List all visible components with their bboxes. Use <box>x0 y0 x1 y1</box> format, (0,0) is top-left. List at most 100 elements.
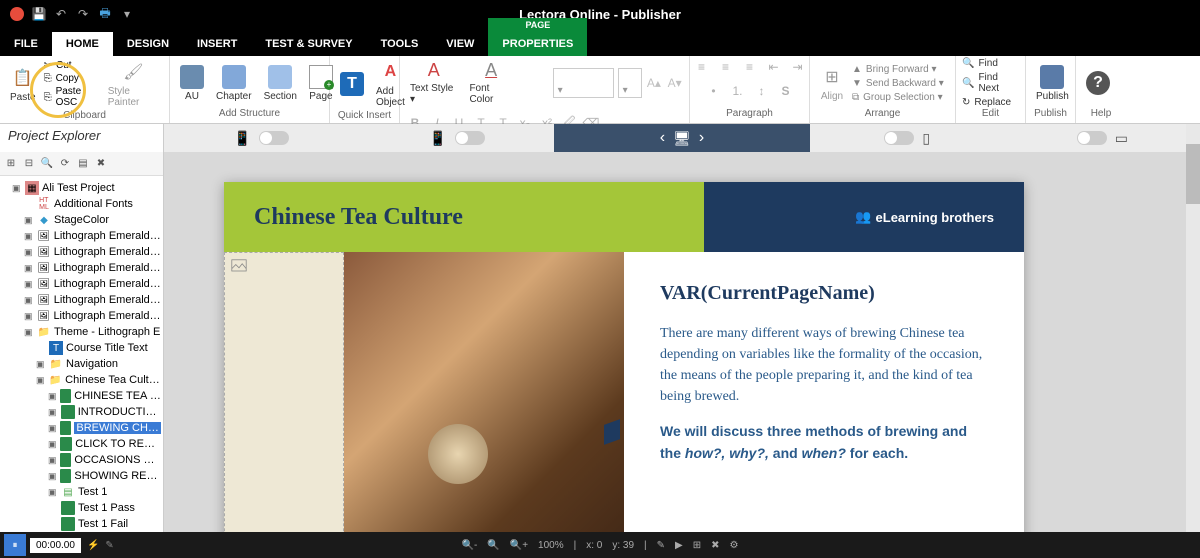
tool-icon[interactable]: ⊞ <box>693 540 701 551</box>
image-placeholder[interactable] <box>224 252 344 558</box>
indent-right-icon[interactable]: ⇥ <box>789 58 807 76</box>
tool-icon[interactable]: ✖ <box>94 157 108 171</box>
style-painter-button[interactable]: 🖌 Style Painter <box>104 58 163 110</box>
align-button[interactable]: ⊞Align <box>816 63 848 104</box>
tool-icon[interactable]: ▶ <box>675 540 683 551</box>
copy-button[interactable]: ⎘Copy <box>44 73 100 84</box>
tree-item[interactable]: TCourse Title Text <box>2 340 161 356</box>
tree-root[interactable]: ▣▦Ali Test Project <box>2 180 161 196</box>
tree-item[interactable]: ▣🖼Lithograph Emerald_2 <box>2 244 161 260</box>
bullets-icon[interactable]: • <box>705 82 723 100</box>
tab-properties[interactable]: PROPERTIES <box>488 32 587 56</box>
print-icon[interactable]: 🖶 <box>98 7 112 21</box>
tree-item[interactable]: ▣📁Theme - Lithograph E <box>2 324 161 340</box>
slide[interactable]: Chinese Tea Culture 👥eLearning brothers … <box>224 182 1024 558</box>
tea-photo[interactable] <box>344 252 624 558</box>
pause-button[interactable]: ⏸ <box>4 534 26 556</box>
scrollbar-thumb[interactable] <box>1186 144 1200 204</box>
tree-page[interactable]: ▣▤Test 1 <box>2 484 161 500</box>
more-icon[interactable]: ▾ <box>120 7 134 21</box>
group-selection-button[interactable]: ⧉Group Selection ▾ <box>852 92 944 103</box>
font-family-select[interactable]: ▾ <box>553 68 614 98</box>
tab-tools[interactable]: TOOLS <box>367 32 433 56</box>
find-button[interactable]: 🔍Find <box>962 58 1019 69</box>
chevron-right-icon[interactable]: › <box>699 129 704 147</box>
tool-icon[interactable]: ✎ <box>657 540 665 551</box>
chevron-left-icon[interactable]: ‹ <box>660 129 665 147</box>
text-column[interactable]: VAR(CurrentPageName) There are many diff… <box>624 252 1024 558</box>
au-button[interactable]: AU <box>176 63 208 104</box>
paste-osc-button[interactable]: ⎘Paste OSC <box>44 86 100 108</box>
toggle-icon[interactable] <box>259 131 289 145</box>
device-phone-landscape[interactable]: 📱 <box>359 130 554 147</box>
tab-file[interactable]: FILE <box>0 32 52 56</box>
chapter-button[interactable]: Chapter <box>212 63 256 104</box>
tool-icon[interactable]: ⟳ <box>58 157 72 171</box>
indent-left-icon[interactable]: ⇤ <box>765 58 783 76</box>
tool-icon[interactable]: 🔍 <box>40 157 54 171</box>
send-backward-button[interactable]: ▼Send Backward ▾ <box>852 78 944 89</box>
find-next-button[interactable]: 🔍Find Next <box>962 72 1019 94</box>
tree-item[interactable]: ▣◆StageColor <box>2 212 161 228</box>
replace-button[interactable]: ↻Replace <box>962 97 1019 108</box>
tab-view[interactable]: VIEW <box>432 32 488 56</box>
tab-design[interactable]: DESIGN <box>113 32 183 56</box>
cut-button[interactable]: ✂Cut <box>44 60 100 71</box>
tree-page[interactable]: ▣OCCASIONS FOR T <box>2 452 161 468</box>
font-size-select[interactable]: ▾ <box>618 68 642 98</box>
tree-page-selected[interactable]: ▣BREWING CHINES <box>2 420 161 436</box>
save-icon[interactable]: 💾 <box>32 7 46 21</box>
tree-page[interactable]: ▣SHOWING RESPEC <box>2 468 161 484</box>
tool-icon[interactable]: ✖ <box>711 540 719 551</box>
toggle-icon[interactable] <box>1077 131 1107 145</box>
device-desktop[interactable]: ‹🖥› <box>554 124 809 152</box>
text-style-button[interactable]: AText Style ▾ <box>406 58 461 107</box>
speed-icon[interactable]: ⚡ <box>87 540 99 551</box>
line-spacing-icon[interactable]: ↕ <box>753 82 771 100</box>
tab-insert[interactable]: INSERT <box>183 32 251 56</box>
toggle-icon[interactable] <box>455 131 485 145</box>
tree-page[interactable]: ▣INTRODUCTION <box>2 404 161 420</box>
tree-page[interactable]: ▣CHINESE TEA CULT <box>2 388 161 404</box>
tool-icon[interactable]: ⊟ <box>22 157 36 171</box>
tool-icon[interactable]: ⊞ <box>4 157 18 171</box>
undo-icon[interactable]: ↶ <box>54 7 68 21</box>
tree-item[interactable]: ▣🖼Lithograph Emerald_4 <box>2 292 161 308</box>
shrink-font-icon[interactable]: A▾ <box>666 74 683 92</box>
align-right-icon[interactable]: ≡ <box>741 58 759 76</box>
canvas[interactable]: Chinese Tea Culture 👥eLearning brothers … <box>164 152 1200 558</box>
tree-item[interactable]: ▣🖼Lithograph Emerald_2 <box>2 228 161 244</box>
scrollbar[interactable] <box>1186 124 1200 532</box>
tree-page[interactable]: Test 1 Pass <box>2 500 161 516</box>
tree-item[interactable]: ▣🖼Lithograph Emerald_E <box>2 260 161 276</box>
toggle-icon[interactable] <box>884 131 914 145</box>
tree-page[interactable]: Test 1 Fail <box>2 516 161 532</box>
publish-button[interactable]: Publish <box>1032 63 1073 104</box>
tab-test-survey[interactable]: TEST & SURVEY <box>251 32 366 56</box>
tool-icon[interactable]: ⚙ <box>730 540 739 551</box>
tree-item[interactable]: ▣🖼Lithograph Emerald_3 <box>2 276 161 292</box>
device-tablet-portrait[interactable]: ▯ <box>810 130 1005 147</box>
tree-item[interactable]: HTMLAdditional Fonts <box>2 196 161 212</box>
image-column[interactable] <box>224 252 624 558</box>
zoom-out-icon[interactable]: 🔍- <box>462 540 478 551</box>
strikethrough-icon[interactable]: S <box>777 82 795 100</box>
tree-item[interactable]: ▣📁Chinese Tea Culture <box>2 372 161 388</box>
font-color-button[interactable]: AFont Color <box>465 58 516 107</box>
tree-item[interactable]: ▣📁Navigation <box>2 356 161 372</box>
section-button[interactable]: Section <box>260 63 301 104</box>
tree-page[interactable]: ▣CLICK TO REVEAL <box>2 436 161 452</box>
help-button[interactable]: ? <box>1082 69 1114 97</box>
grow-font-icon[interactable]: A▴ <box>646 74 663 92</box>
tab-home[interactable]: HOME <box>52 32 113 56</box>
numbering-icon[interactable]: 1. <box>729 82 747 100</box>
zoom-in-icon[interactable]: 🔍+ <box>510 540 528 551</box>
text-insert-button[interactable]: T <box>336 70 368 98</box>
device-tablet-landscape[interactable]: ▭ <box>1005 130 1200 147</box>
paste-button[interactable]: 📋 Paste <box>6 64 40 105</box>
tree-item[interactable]: ▣🖼Lithograph Emerald_C <box>2 308 161 324</box>
tool-icon[interactable]: ▤ <box>76 157 90 171</box>
redo-icon[interactable]: ↷ <box>76 7 90 21</box>
align-center-icon[interactable]: ≡ <box>717 58 735 76</box>
zoom-reset-icon[interactable]: 🔍 <box>487 540 499 551</box>
